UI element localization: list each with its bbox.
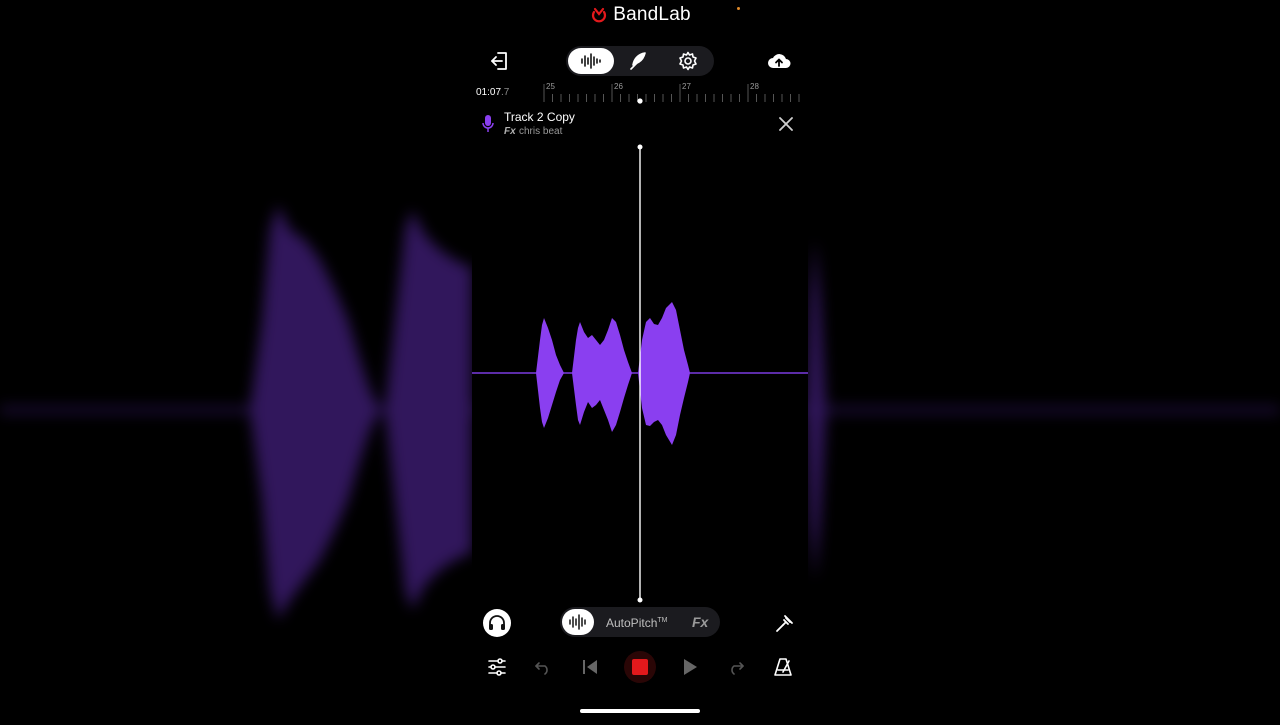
playhead-marker [637,98,643,104]
status-dot [737,7,740,10]
fx-label: Fx [504,126,516,137]
skip-back-icon[interactable] [579,656,601,678]
waveform-view[interactable] [472,140,808,605]
sliders-icon[interactable] [485,656,509,678]
trademark: TM [657,617,668,624]
time-readout: 01:07.7 [476,87,509,98]
autopitch-button[interactable]: AutoPitchTM [606,616,667,630]
headphones-icon[interactable] [483,609,511,637]
waveform-mode-button[interactable] [568,48,614,74]
home-indicator[interactable] [580,709,700,713]
cloud-upload-icon[interactable] [766,50,792,72]
mode-switch [566,46,714,76]
settings-icon[interactable] [676,49,700,73]
playhead-bottom-handle[interactable] [637,597,643,603]
autopitch-label: AutoPitch [606,616,658,630]
waveform-icon [569,614,586,630]
time-fraction: .7 [501,87,510,98]
play-icon[interactable] [679,656,701,678]
time-main: 01:07 [476,87,502,98]
fx-button[interactable]: Fx [692,614,708,630]
tuning-fork-icon[interactable] [772,612,796,636]
ruler-tick-label: 27 [682,82,691,91]
voice-effects-button[interactable] [562,609,594,635]
undo-icon[interactable] [532,656,554,678]
redo-icon[interactable] [725,656,747,678]
waveform-region [572,318,632,432]
brand-header: BandLab [0,0,1280,30]
close-icon[interactable] [776,114,796,134]
bandlab-logo-icon [589,5,609,25]
fx-preset-name[interactable]: chris beat [519,126,562,137]
waveform-region [638,302,690,445]
waveform-icon [581,53,601,69]
effects-pill: AutoPitchTM Fx [560,607,720,637]
waveform-region [536,318,564,428]
track-title[interactable]: Track 2 Copy [504,110,575,124]
exit-icon[interactable] [488,49,512,73]
playhead-top-handle[interactable] [637,144,643,150]
quill-icon[interactable] [626,49,650,73]
brand-name: BandLab [613,4,691,25]
microphone-icon [480,113,496,135]
stop-record-icon[interactable] [624,651,656,683]
ruler-tick-label: 28 [750,82,759,91]
ruler-tick-label: 25 [546,82,555,91]
metronome-icon[interactable] [772,655,794,679]
ruler-tick-label: 26 [614,82,623,91]
